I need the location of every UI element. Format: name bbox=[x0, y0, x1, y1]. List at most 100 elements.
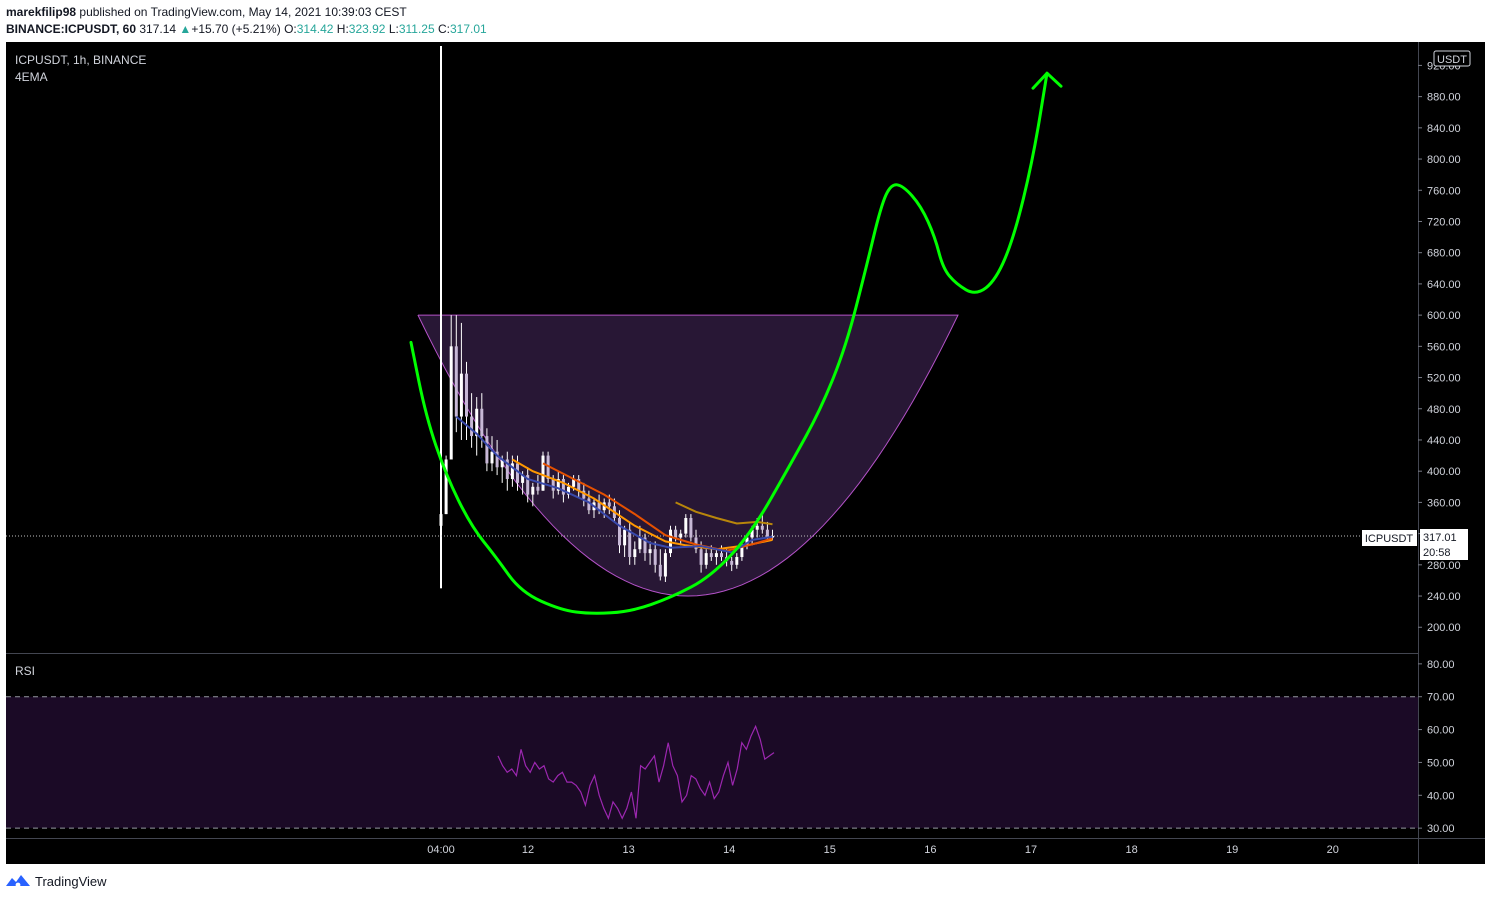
publish-info: marekfilip98 published on TradingView.co… bbox=[6, 5, 407, 19]
high-value: 323.92 bbox=[348, 22, 386, 36]
price-tag-countdown: 20:58 bbox=[1423, 547, 1451, 559]
price-tick-label: 680.00 bbox=[1427, 248, 1461, 260]
candle-body bbox=[653, 549, 657, 565]
footer: TradingView bbox=[6, 871, 107, 891]
candle-body bbox=[439, 514, 443, 526]
candle-body bbox=[449, 346, 453, 460]
chart-svg[interactable]: 200.00240.00280.00320.00360.00400.00440.… bbox=[6, 42, 1485, 864]
price-tick-label: 600.00 bbox=[1427, 310, 1461, 322]
price-tick-label: 880.00 bbox=[1427, 92, 1461, 104]
indicator-label: 4EMA bbox=[15, 70, 48, 84]
candle bbox=[439, 514, 443, 589]
candle-body bbox=[674, 529, 678, 538]
currency-label: USDT bbox=[1437, 54, 1467, 66]
rsi-label: RSI bbox=[15, 664, 35, 678]
candle-body bbox=[720, 553, 723, 558]
price-tag-price: 317.01 bbox=[1423, 532, 1457, 544]
footer-brand[interactable]: TradingView bbox=[35, 874, 107, 889]
candle-body bbox=[663, 553, 667, 577]
price-tag: ICPUSDT 317.01 20:58 bbox=[1362, 529, 1468, 560]
open-label: O: bbox=[284, 22, 297, 36]
price-tick-label: 200.00 bbox=[1427, 622, 1461, 634]
price-tag-symbol: ICPUSDT bbox=[1365, 533, 1414, 545]
candle-body bbox=[633, 549, 637, 558]
time-tick-label: 04:00 bbox=[427, 844, 455, 856]
time-tick-label: 20 bbox=[1327, 844, 1339, 856]
candle-body bbox=[755, 525, 759, 530]
price-tick-label: 840.00 bbox=[1427, 123, 1461, 135]
candle-body bbox=[760, 525, 764, 530]
publish-text: published on TradingView.com, May 14, 20… bbox=[79, 5, 407, 19]
candle-body bbox=[531, 486, 535, 495]
time-tick-label: 13 bbox=[622, 844, 634, 856]
candle-body bbox=[618, 518, 621, 546]
candle-body bbox=[628, 529, 632, 558]
rsi-band bbox=[6, 696, 1418, 829]
candle-body bbox=[485, 436, 489, 464]
candle-body bbox=[730, 560, 734, 565]
candle-body bbox=[699, 549, 703, 565]
candle-body bbox=[480, 408, 484, 437]
author[interactable]: marekfilip98 bbox=[6, 5, 76, 19]
time-tick-label: 19 bbox=[1226, 844, 1238, 856]
rsi-tick-label: 50.00 bbox=[1427, 757, 1455, 769]
symbol-info: BINANCE:ICPUSDT, 60 317.14 ▲+15.70 (+5.2… bbox=[6, 22, 487, 36]
price-tick-label: 520.00 bbox=[1427, 373, 1461, 385]
price-tick-label: 400.00 bbox=[1427, 466, 1461, 478]
price-tick-label: 480.00 bbox=[1427, 404, 1461, 416]
price-tick-label: 360.00 bbox=[1427, 497, 1461, 509]
candle-body bbox=[541, 455, 545, 491]
candle bbox=[689, 514, 693, 542]
candle-body bbox=[714, 553, 718, 558]
rsi-tick-label: 60.00 bbox=[1427, 725, 1455, 737]
close-value: 317.01 bbox=[450, 22, 487, 36]
rsi-tick-label: 30.00 bbox=[1427, 823, 1455, 835]
pane-title: ICPUSDT, 1h, BINANCE bbox=[15, 53, 146, 67]
last-price: 317.14 bbox=[139, 22, 177, 36]
up-arrow-icon: ▲ bbox=[179, 22, 192, 36]
candle-body bbox=[623, 529, 627, 546]
price-tick-label: 760.00 bbox=[1427, 185, 1461, 197]
chart-area[interactable]: 200.00240.00280.00320.00360.00400.00440.… bbox=[6, 42, 1485, 864]
candle-body bbox=[454, 346, 458, 417]
candle-body bbox=[709, 553, 713, 558]
candle-body bbox=[679, 533, 683, 538]
candle-body bbox=[551, 478, 555, 491]
time-tick-label: 16 bbox=[924, 844, 936, 856]
candle-body bbox=[561, 478, 565, 495]
candle-body bbox=[704, 553, 708, 565]
candle-body bbox=[648, 549, 652, 554]
candle bbox=[444, 455, 448, 515]
candle-body bbox=[684, 518, 688, 534]
symbol-line: BINANCE:ICPUSDT, 60 bbox=[6, 22, 137, 36]
price-tick-label: 640.00 bbox=[1427, 279, 1461, 291]
tradingview-logo-icon[interactable] bbox=[6, 874, 30, 888]
candle-body bbox=[735, 557, 739, 565]
price-tick-label: 720.00 bbox=[1427, 216, 1461, 228]
price-change: +15.70 (+5.21%) bbox=[191, 22, 281, 36]
time-tick-label: 12 bbox=[522, 844, 534, 856]
rsi-tick-label: 80.00 bbox=[1427, 659, 1455, 671]
low-label: L: bbox=[388, 22, 399, 36]
rsi-tick-label: 70.00 bbox=[1427, 692, 1455, 704]
price-tick-label: 280.00 bbox=[1427, 560, 1461, 572]
price-tick-label: 560.00 bbox=[1427, 341, 1461, 353]
candle-body bbox=[465, 373, 468, 417]
price-tick-label: 240.00 bbox=[1427, 591, 1461, 603]
candle-body bbox=[638, 537, 642, 550]
time-tick-label: 15 bbox=[824, 844, 836, 856]
candle-body bbox=[607, 502, 611, 507]
candle-body bbox=[689, 518, 693, 538]
cup-pattern-shape bbox=[417, 314, 959, 597]
low-value: 311.25 bbox=[398, 22, 435, 36]
close-label: C: bbox=[438, 22, 450, 36]
candle bbox=[465, 361, 468, 440]
time-tick-label: 18 bbox=[1125, 844, 1137, 856]
open-value: 314.42 bbox=[296, 22, 334, 36]
candle-body bbox=[459, 373, 463, 417]
time-tick-label: 14 bbox=[723, 844, 735, 856]
candle-body bbox=[536, 486, 540, 491]
candle-body bbox=[490, 451, 494, 464]
candle-body bbox=[470, 416, 474, 437]
price-tick-label: 440.00 bbox=[1427, 435, 1461, 447]
